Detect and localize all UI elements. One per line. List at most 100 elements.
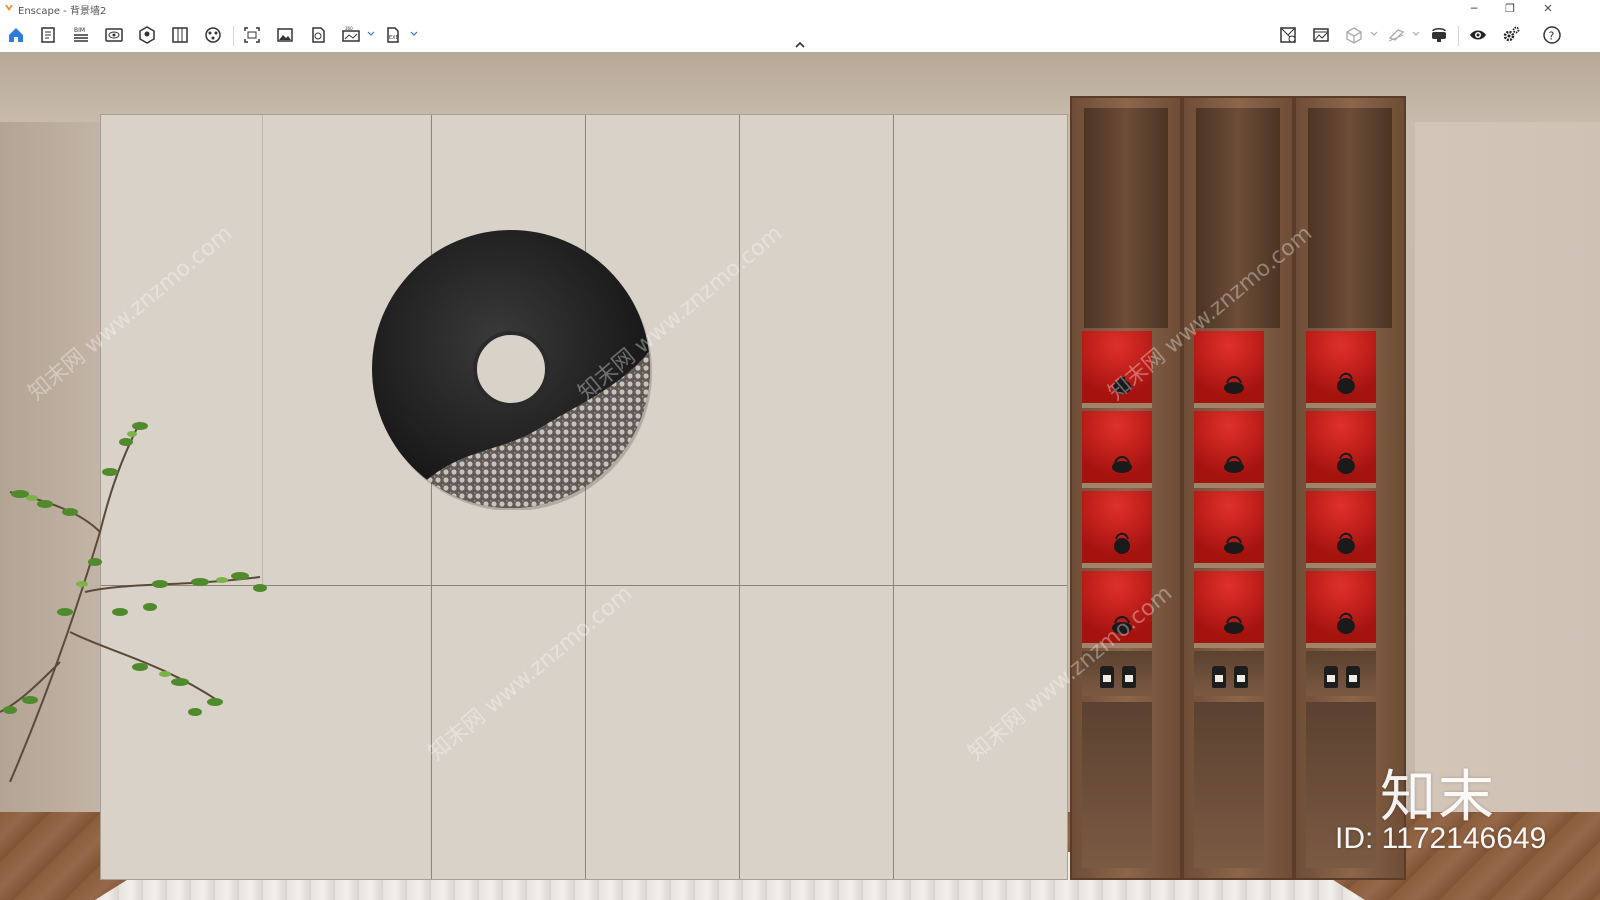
image-export-button[interactable] xyxy=(273,24,297,46)
lower-open-niche xyxy=(1082,702,1152,868)
restore-button[interactable]: ❐ xyxy=(1492,0,1528,18)
capture-button[interactable] xyxy=(1309,24,1333,46)
tea-canister-bay xyxy=(1306,651,1376,696)
side-wall-right xyxy=(1415,122,1600,862)
bim-button[interactable]: BIM xyxy=(69,24,93,46)
teapot-icon xyxy=(1224,616,1244,634)
notes-button[interactable] xyxy=(36,24,60,46)
home-button[interactable] xyxy=(4,24,28,46)
svg-text:BIM: BIM xyxy=(74,27,85,34)
material-editor-button[interactable] xyxy=(168,24,192,46)
teapot-icon xyxy=(1112,616,1132,634)
tea-canister xyxy=(1212,666,1226,688)
teapot-icon xyxy=(1224,456,1244,473)
views-button[interactable] xyxy=(102,24,126,46)
red-display-bay xyxy=(1082,411,1152,488)
upper-open-niche xyxy=(1308,108,1392,328)
views-icon xyxy=(105,28,123,42)
toolbar-separator xyxy=(233,26,234,46)
red-display-bay xyxy=(1082,571,1152,648)
lower-open-niche xyxy=(1194,702,1264,868)
asset-library-icon xyxy=(139,26,155,44)
settings-button[interactable] xyxy=(1499,24,1523,46)
render-viewport[interactable]: 知末网 www.znzmo.com 知末网 www.znzmo.com 知末网 … xyxy=(0,52,1600,900)
video-button[interactable]: 360 xyxy=(339,24,363,46)
bim-icon: BIM xyxy=(74,27,88,42)
tea-canister xyxy=(1346,666,1360,688)
tea-canister xyxy=(1324,666,1338,688)
teapot-icon xyxy=(1337,532,1355,554)
tea-canister xyxy=(1234,666,1248,688)
window-title: Enscape - 背景墙2 xyxy=(18,6,107,17)
teapot-icon xyxy=(1337,452,1355,474)
capture-icon xyxy=(1313,28,1329,42)
panorama-icon xyxy=(312,27,325,43)
red-display-bay xyxy=(1194,331,1264,408)
chevron-down-icon[interactable] xyxy=(1412,30,1420,38)
section-button[interactable] xyxy=(1384,24,1408,46)
collapse-toolbar-chevron-icon[interactable] xyxy=(794,41,806,49)
toolbar-separator xyxy=(1458,26,1459,46)
upper-open-niche xyxy=(1084,108,1168,328)
help-button[interactable]: ? xyxy=(1540,24,1564,46)
red-display-bay xyxy=(1306,571,1376,648)
red-display-bay xyxy=(1306,411,1376,488)
red-display-bay xyxy=(1306,331,1376,408)
minimize-button[interactable]: ─ xyxy=(1456,0,1492,18)
atmosphere-icon xyxy=(205,27,221,43)
panorama-button[interactable] xyxy=(306,24,330,46)
red-display-bay xyxy=(1082,491,1152,568)
section-icon xyxy=(1388,29,1405,42)
screenshot-button[interactable] xyxy=(240,24,264,46)
round-wall-sculpture xyxy=(372,230,652,510)
notes-icon xyxy=(41,27,55,43)
panel-seam xyxy=(893,115,894,879)
visibility-button[interactable] xyxy=(1466,24,1490,46)
watermark-id: ID: 1172146649 xyxy=(1335,822,1547,855)
cube-icon xyxy=(1346,27,1362,44)
shelf-column-2 xyxy=(1182,96,1294,880)
close-button[interactable]: ✕ xyxy=(1530,0,1566,18)
teapot-icon xyxy=(1224,376,1244,394)
export-file-icon: EXE xyxy=(387,27,399,43)
watermark-brand: 知末 xyxy=(1380,765,1496,830)
cube-button[interactable] xyxy=(1342,24,1366,46)
teapot-icon xyxy=(1224,536,1244,554)
home-icon xyxy=(9,28,23,42)
teapot-icon xyxy=(1337,372,1355,394)
tea-canister xyxy=(1100,666,1114,688)
vr-headset-button[interactable] xyxy=(1427,24,1451,46)
sync-views-button[interactable] xyxy=(1276,24,1300,46)
svg-text:360: 360 xyxy=(345,26,353,31)
visibility-icon xyxy=(1470,30,1486,40)
shelf-column-1 xyxy=(1070,96,1182,880)
vr-headset-icon xyxy=(1432,28,1446,42)
settings-icon xyxy=(1503,26,1520,42)
chevron-down-icon[interactable] xyxy=(410,30,418,38)
material-editor-icon xyxy=(172,27,188,43)
red-display-bay xyxy=(1194,491,1264,568)
teapot-icon xyxy=(1113,377,1131,394)
asset-library-button[interactable] xyxy=(135,24,159,46)
svg-text:EXE: EXE xyxy=(389,35,399,41)
sync-views-icon xyxy=(1280,27,1296,43)
svg-text:?: ? xyxy=(1549,30,1555,43)
chevron-down-icon[interactable] xyxy=(367,30,375,38)
tea-canister-bay xyxy=(1082,651,1152,696)
upper-open-niche xyxy=(1196,108,1280,328)
teapot-icon xyxy=(1337,612,1355,634)
red-display-bay xyxy=(1306,491,1376,568)
red-display-bay xyxy=(1194,571,1264,648)
screenshot-icon xyxy=(244,27,260,43)
help-icon: ? xyxy=(1543,26,1561,44)
potted-branch-plant xyxy=(0,421,267,782)
enscape-logo-icon xyxy=(5,5,13,11)
red-display-bay xyxy=(1194,411,1264,488)
export-file-button[interactable]: EXE xyxy=(381,24,405,46)
video-icon: 360 xyxy=(342,26,360,42)
chevron-down-icon[interactable] xyxy=(1370,30,1378,38)
panel-seam xyxy=(739,115,740,879)
atmosphere-button[interactable] xyxy=(201,24,225,46)
red-display-bay xyxy=(1082,331,1152,408)
teapot-icon xyxy=(1114,532,1130,554)
